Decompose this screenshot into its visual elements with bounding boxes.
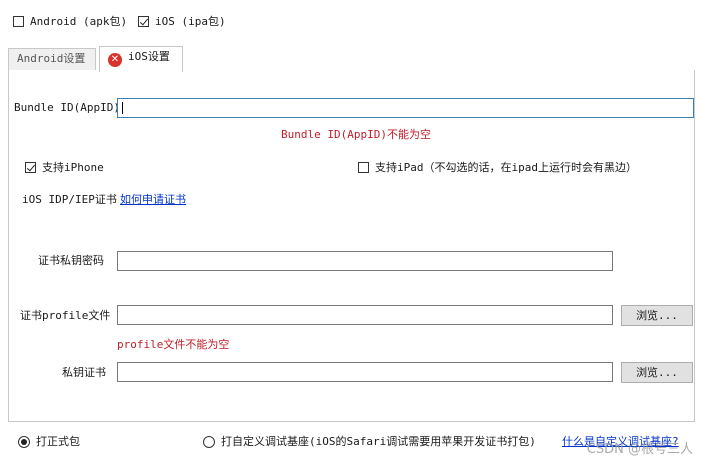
ios-checkbox[interactable]: [138, 16, 149, 27]
tab-ios-settings[interactable]: ✕ iOS设置: [99, 46, 183, 72]
text-caret: [122, 102, 123, 114]
custom-base-label: 打自定义调试基座(iOS的Safari调试需要用苹果开发证书打包): [221, 435, 536, 448]
private-key-input[interactable]: [117, 362, 613, 382]
android-checkbox-label: Android (apk包): [30, 15, 128, 28]
private-key-browse-button[interactable]: 浏览...: [621, 362, 693, 383]
support-ipad-checkbox[interactable]: [358, 162, 369, 173]
error-icon: ✕: [108, 53, 122, 67]
release-package-label: 打正式包: [36, 435, 80, 448]
cert-password-label: 证书私钥密码: [38, 254, 104, 267]
bundle-id-label: Bundle ID(AppID): [14, 101, 120, 114]
release-package-radio[interactable]: [18, 436, 30, 448]
custom-base-radio[interactable]: [203, 436, 215, 448]
support-ipad-label: 支持iPad（不勾选的话，在ipad上运行时会有黑边）: [375, 161, 637, 174]
ios-checkbox-label: iOS (ipa包): [155, 15, 226, 28]
tab-android-settings[interactable]: Android设置: [8, 48, 96, 70]
cert-label: iOS IDP/IEP证书: [22, 193, 117, 206]
profile-file-error: profile文件不能为空: [117, 338, 230, 351]
private-key-label: 私钥证书: [62, 366, 106, 379]
android-checkbox[interactable]: [13, 16, 24, 27]
support-iphone-checkbox[interactable]: [25, 162, 36, 173]
support-iphone-label: 支持iPhone: [42, 161, 104, 174]
watermark: CSDN @根号三人: [586, 442, 693, 457]
how-to-apply-cert-link[interactable]: 如何申请证书: [120, 193, 186, 207]
profile-file-label: 证书profile文件: [20, 309, 111, 322]
cert-password-input[interactable]: [117, 251, 613, 271]
tab-ios-settings-label: iOS设置: [128, 50, 170, 63]
profile-browse-button[interactable]: 浏览...: [621, 305, 693, 326]
bundle-id-error: Bundle ID(AppID)不能为空: [281, 128, 431, 141]
bundle-id-input[interactable]: [117, 98, 694, 118]
profile-file-input[interactable]: [117, 305, 613, 325]
tab-android-settings-label: Android设置: [17, 52, 86, 65]
